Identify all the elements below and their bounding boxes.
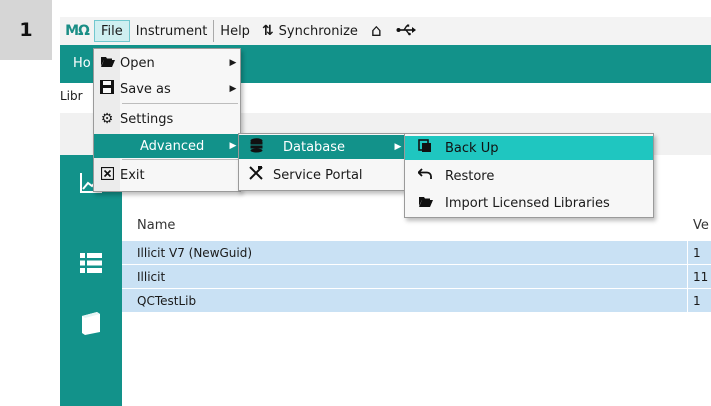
tab-home[interactable]: Ho [73, 56, 91, 71]
menu-item-label: Exit [120, 167, 145, 183]
tools-icon [239, 166, 273, 184]
menu-item-open[interactable]: Open ▶ [94, 51, 240, 75]
menu-item-label: Save as [120, 81, 171, 97]
menu-item-label: Open [120, 55, 155, 71]
gear-icon: ⚙ [100, 111, 114, 127]
app-logo: MΩ [65, 23, 90, 39]
row-name: Illicit [137, 270, 166, 284]
usb-icon[interactable] [389, 21, 423, 41]
menu-item-database[interactable]: Database ▶ [239, 135, 405, 159]
column-header-name[interactable]: Name [137, 218, 175, 233]
menu-item-advanced[interactable]: Advanced ▶ [94, 134, 240, 158]
menu-file[interactable]: File [94, 20, 130, 42]
row-version: 11 [693, 270, 709, 284]
menu-bar: MΩ File Instrument Help ⇅ Synchronize ⌂ [60, 17, 711, 45]
table-row[interactable]: Illicit V7 (NewGuid) 1 [122, 241, 711, 265]
sync-arrows-icon: ⇅ [261, 23, 274, 39]
floppy-disk-icon [94, 80, 120, 98]
table-row[interactable]: QCTestLib 1 [122, 289, 711, 313]
menu-item-label: Advanced [140, 138, 205, 154]
column-divider [687, 265, 688, 288]
menu-item-label: Settings [120, 111, 174, 127]
menu-divider [122, 159, 238, 160]
row-name: Illicit V7 (NewGuid) [137, 246, 253, 260]
file-menu: Open ▶ Save as ▶ ⚙ Settings Advanced ▶ E… [93, 48, 241, 192]
database-submenu: Back Up Restore Import Licensed Librarie… [404, 133, 654, 218]
book-icon [82, 312, 100, 335]
menu-item-exit[interactable]: Exit [94, 163, 240, 187]
menu-help[interactable]: Help [213, 20, 256, 42]
menu-instrument[interactable]: Instrument [130, 20, 214, 42]
menu-item-label: Service Portal [273, 167, 363, 183]
undo-arrow-icon [405, 168, 445, 184]
list-icon [80, 253, 102, 273]
menu-item-save-as[interactable]: Save as ▶ [94, 77, 240, 101]
synchronize-button[interactable]: ⇅ Synchronize [256, 20, 364, 42]
menu-divider [122, 103, 238, 104]
submenu-arrow-icon: ▶ [229, 58, 237, 68]
nav-library-button[interactable] [60, 295, 122, 351]
database-icon [239, 137, 273, 157]
menu-item-label: Database [283, 139, 346, 155]
exit-box-icon [94, 166, 120, 184]
left-navigation [60, 155, 122, 406]
table-row[interactable]: Illicit 11 [122, 265, 711, 289]
row-name: QCTestLib [137, 294, 197, 308]
copy-icon [405, 139, 445, 157]
column-header-version[interactable]: Ve [693, 218, 709, 233]
menu-item-label: Back Up [445, 140, 499, 156]
menu-item-label: Restore [445, 168, 495, 184]
menu-item-restore[interactable]: Restore [405, 164, 653, 188]
submenu-arrow-icon: ▶ [394, 142, 402, 152]
column-divider [687, 241, 688, 264]
synchronize-label: Synchronize [278, 23, 358, 39]
folder-open-icon [94, 55, 120, 72]
advanced-submenu: Database ▶ Service Portal [238, 133, 406, 191]
menu-item-settings[interactable]: ⚙ Settings [94, 107, 240, 131]
nav-list-button[interactable] [60, 235, 122, 291]
home-icon[interactable]: ⌂ [364, 21, 389, 41]
step-number-badge: 1 [0, 0, 52, 60]
submenu-arrow-icon: ▶ [229, 84, 237, 94]
folder-open-icon [405, 195, 445, 212]
menu-item-import-licensed-libraries[interactable]: Import Licensed Libraries [405, 191, 653, 215]
row-version: 1 [693, 246, 701, 260]
row-version: 1 [693, 294, 701, 308]
menu-item-label: Import Licensed Libraries [445, 195, 610, 211]
menu-item-back-up[interactable]: Back Up [405, 136, 653, 160]
column-divider [687, 289, 688, 312]
menu-item-service-portal[interactable]: Service Portal [239, 163, 405, 187]
library-label: Libr [60, 89, 83, 103]
